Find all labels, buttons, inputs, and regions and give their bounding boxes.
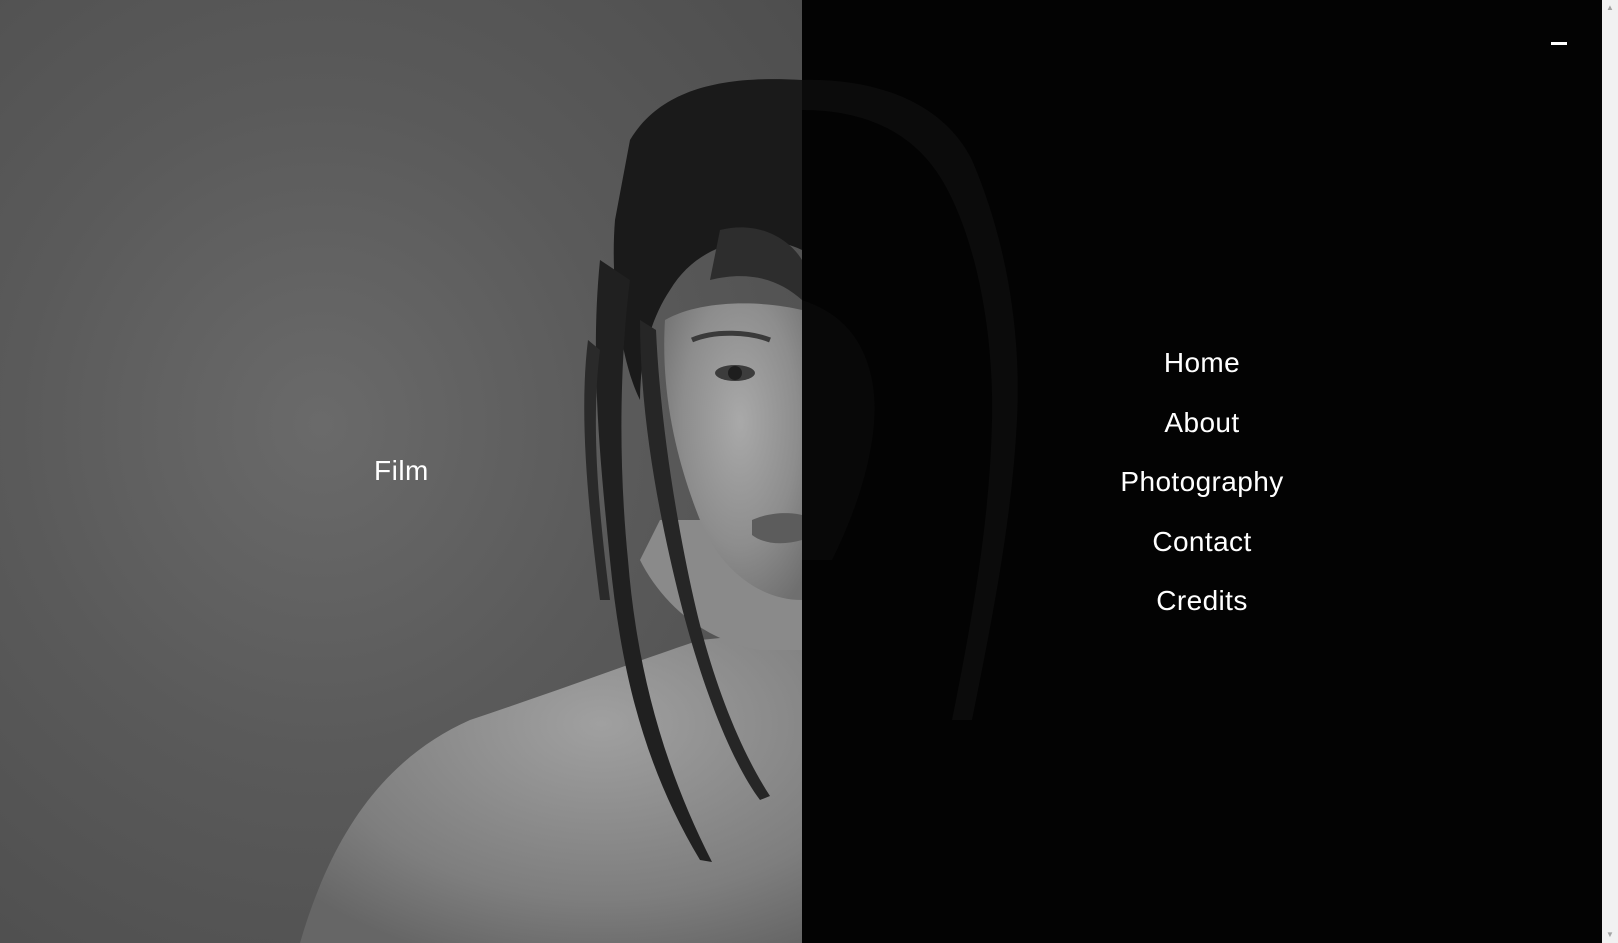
- menu-item-photography[interactable]: Photography: [1120, 452, 1283, 512]
- page: Film Home About Photography Contact Cred…: [0, 0, 1618, 943]
- menu-item-home[interactable]: Home: [1164, 333, 1240, 393]
- menu-item-contact[interactable]: Contact: [1152, 512, 1251, 572]
- close-menu-button[interactable]: [1547, 36, 1571, 52]
- menu-panel: Home About Photography Contact Credits: [802, 0, 1602, 943]
- menu-item-about[interactable]: About: [1164, 393, 1239, 453]
- scrollbar[interactable]: ▲ ▼: [1602, 0, 1618, 943]
- main-menu: Home About Photography Contact Credits: [802, 333, 1602, 631]
- scroll-up-arrow-icon[interactable]: ▲: [1602, 0, 1618, 16]
- scrollbar-track[interactable]: [1604, 17, 1616, 926]
- menu-item-credits[interactable]: Credits: [1156, 571, 1248, 631]
- film-panel[interactable]: Film: [0, 0, 802, 943]
- minus-icon: [1551, 42, 1567, 45]
- scroll-down-arrow-icon[interactable]: ▼: [1602, 927, 1618, 943]
- film-link[interactable]: Film: [374, 455, 429, 487]
